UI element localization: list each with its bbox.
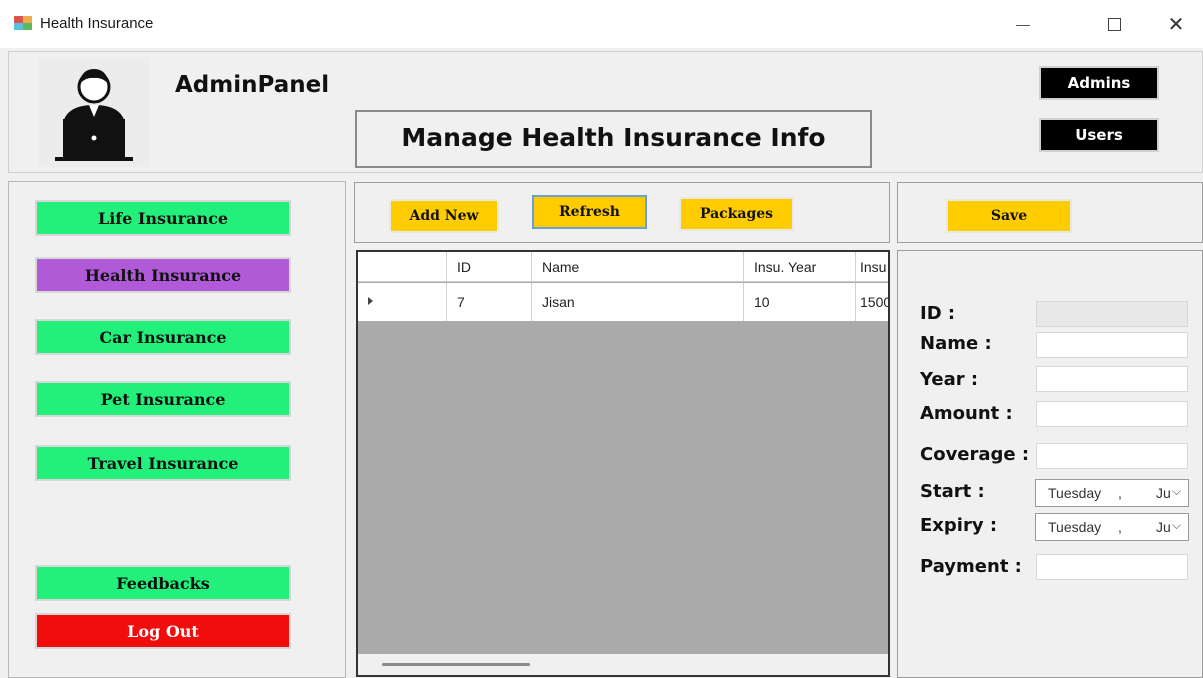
start-date-month: Ju bbox=[1156, 485, 1171, 501]
expiry-label: Expiry : bbox=[920, 515, 998, 536]
cell-name[interactable]: Jisan bbox=[532, 283, 744, 321]
coverage-label: Coverage : bbox=[920, 444, 1030, 465]
admin-panel-title: AdminPanel bbox=[175, 72, 330, 98]
packages-button[interactable]: Packages bbox=[679, 197, 794, 231]
year-field[interactable] bbox=[1036, 366, 1188, 392]
payment-field[interactable] bbox=[1036, 554, 1188, 580]
page-heading-box: Manage Health Insurance Info bbox=[355, 110, 872, 168]
column-header-id[interactable]: ID bbox=[447, 252, 532, 281]
column-header-insu[interactable]: Insu bbox=[856, 252, 888, 281]
start-date-picker[interactable]: Tuesday , Ju ⌵ bbox=[1035, 479, 1189, 507]
grid-header-row: ID Name Insu. Year Insu bbox=[358, 252, 888, 282]
cell-insu-year[interactable]: 10 bbox=[744, 283, 856, 321]
admin-avatar-icon bbox=[39, 57, 149, 167]
close-button[interactable]: ✕ bbox=[1148, 0, 1203, 48]
sidebar-item-feedbacks[interactable]: Feedbacks bbox=[35, 565, 291, 601]
year-label: Year : bbox=[920, 369, 979, 390]
sidebar-item-life-insurance[interactable]: Life Insurance bbox=[35, 200, 291, 236]
row-indicator-icon bbox=[368, 297, 373, 305]
refresh-button[interactable]: Refresh bbox=[532, 195, 647, 229]
chevron-down-icon[interactable]: ⌵ bbox=[1172, 518, 1181, 533]
minimize-icon bbox=[1016, 24, 1030, 26]
close-icon: ✕ bbox=[1167, 12, 1185, 36]
app-icon bbox=[14, 16, 32, 30]
sidebar-item-car-insurance[interactable]: Car Insurance bbox=[35, 319, 291, 355]
window-body: AdminPanel Manage Health Insurance Info … bbox=[0, 48, 1203, 678]
window-title: Health Insurance bbox=[40, 15, 154, 32]
insurance-data-grid[interactable]: ID Name Insu. Year Insu 7 Jisan 10 1500 bbox=[356, 250, 890, 677]
sidebar-item-travel-insurance[interactable]: Travel Insurance bbox=[35, 445, 291, 481]
insurance-form-panel: ID : Name : Year : Amount : Coverage : S… bbox=[897, 250, 1203, 678]
id-label: ID : bbox=[920, 303, 956, 324]
expiry-date-picker[interactable]: Tuesday , Ju ⌵ bbox=[1035, 513, 1189, 541]
expiry-date-separator: , bbox=[1118, 519, 1122, 535]
save-panel: Save bbox=[897, 182, 1203, 243]
expiry-date-day: Tuesday bbox=[1048, 519, 1102, 535]
coverage-field[interactable] bbox=[1036, 443, 1188, 469]
minimize-button[interactable] bbox=[995, 0, 1051, 48]
cell-insu[interactable]: 1500 bbox=[856, 283, 888, 321]
page-heading: Manage Health Insurance Info bbox=[401, 123, 826, 152]
start-date-day: Tuesday bbox=[1048, 485, 1102, 501]
title-bar: Health Insurance ✕ bbox=[0, 0, 1203, 48]
column-header-selector[interactable] bbox=[358, 252, 447, 281]
row-selector-cell[interactable] bbox=[358, 283, 447, 321]
table-row[interactable]: 7 Jisan 10 1500 bbox=[358, 283, 888, 321]
chevron-down-icon[interactable]: ⌵ bbox=[1172, 484, 1181, 499]
cell-id[interactable]: 7 bbox=[447, 283, 532, 321]
toolbar-panel: Add New Refresh Packages bbox=[354, 182, 890, 243]
name-field[interactable] bbox=[1036, 332, 1188, 358]
sidebar: Life Insurance Health Insurance Car Insu… bbox=[8, 181, 346, 678]
add-new-button[interactable]: Add New bbox=[389, 199, 499, 233]
horizontal-scrollbar[interactable] bbox=[358, 654, 888, 675]
scrollbar-thumb[interactable] bbox=[382, 663, 530, 666]
maximize-icon bbox=[1107, 17, 1121, 31]
sidebar-item-health-insurance[interactable]: Health Insurance bbox=[35, 257, 291, 293]
amount-label: Amount : bbox=[920, 403, 1013, 424]
payment-label: Payment : bbox=[920, 556, 1022, 577]
column-header-insu-year[interactable]: Insu. Year bbox=[744, 252, 856, 281]
name-label: Name : bbox=[920, 333, 992, 354]
sidebar-item-pet-insurance[interactable]: Pet Insurance bbox=[35, 381, 291, 417]
amount-field[interactable] bbox=[1036, 401, 1188, 427]
logout-button[interactable]: Log Out bbox=[35, 613, 291, 649]
maximize-button[interactable] bbox=[1086, 0, 1142, 48]
admins-button[interactable]: Admins bbox=[1039, 66, 1159, 100]
save-button[interactable]: Save bbox=[946, 199, 1072, 233]
start-date-separator: , bbox=[1118, 485, 1122, 501]
header-panel: AdminPanel Manage Health Insurance Info … bbox=[8, 51, 1203, 173]
expiry-date-month: Ju bbox=[1156, 519, 1171, 535]
column-header-name[interactable]: Name bbox=[532, 252, 744, 281]
id-field[interactable] bbox=[1036, 301, 1188, 327]
start-label: Start : bbox=[920, 481, 985, 502]
users-button[interactable]: Users bbox=[1039, 118, 1159, 152]
